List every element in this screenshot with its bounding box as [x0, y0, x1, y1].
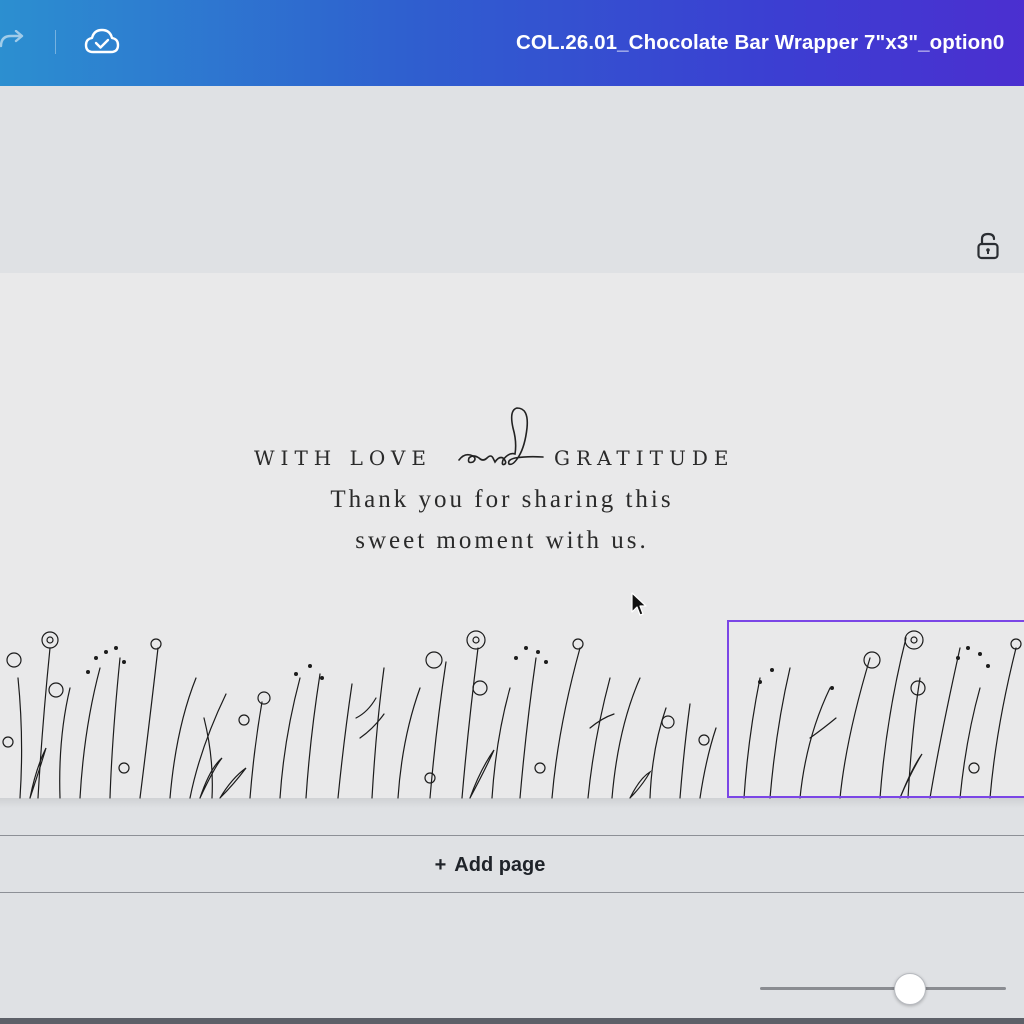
- redo-icon: [0, 30, 24, 48]
- page-lock-button[interactable]: [972, 230, 1004, 262]
- save-status-button[interactable]: [82, 24, 122, 60]
- toolbar-divider: [55, 30, 56, 54]
- heading[interactable]: WITH LOVE and GRATITUDE: [0, 402, 1010, 482]
- plus-icon: +: [434, 853, 447, 876]
- zoom-slider-track[interactable]: [760, 987, 1006, 990]
- message-line-1[interactable]: Thank you for sharing this: [0, 486, 1004, 514]
- cloud-saved-icon: [84, 28, 120, 54]
- selected-element-frame[interactable]: [727, 620, 1024, 798]
- heading-with-love: WITH LOVE: [254, 446, 432, 470]
- editor-header: COL.26.01_Chocolate Bar Wrapper 7"x3"_op…: [0, 0, 1024, 86]
- add-page-button[interactable]: + Add page: [420, 848, 560, 882]
- redo-button[interactable]: [0, 26, 30, 58]
- message-line-2[interactable]: sweet moment with us.: [0, 527, 1004, 555]
- unlock-icon: [977, 232, 999, 260]
- add-page-label: Add page: [454, 853, 546, 876]
- zoom-slider-handle[interactable]: [894, 973, 926, 1005]
- document-title[interactable]: COL.26.01_Chocolate Bar Wrapper 7"x3"_op…: [516, 31, 1004, 55]
- heading-gratitude: GRATITUDE: [554, 446, 735, 470]
- script-and-text: and: [458, 407, 544, 466]
- bottom-strip: [0, 1018, 1024, 1024]
- mouse-cursor-icon: [631, 592, 647, 616]
